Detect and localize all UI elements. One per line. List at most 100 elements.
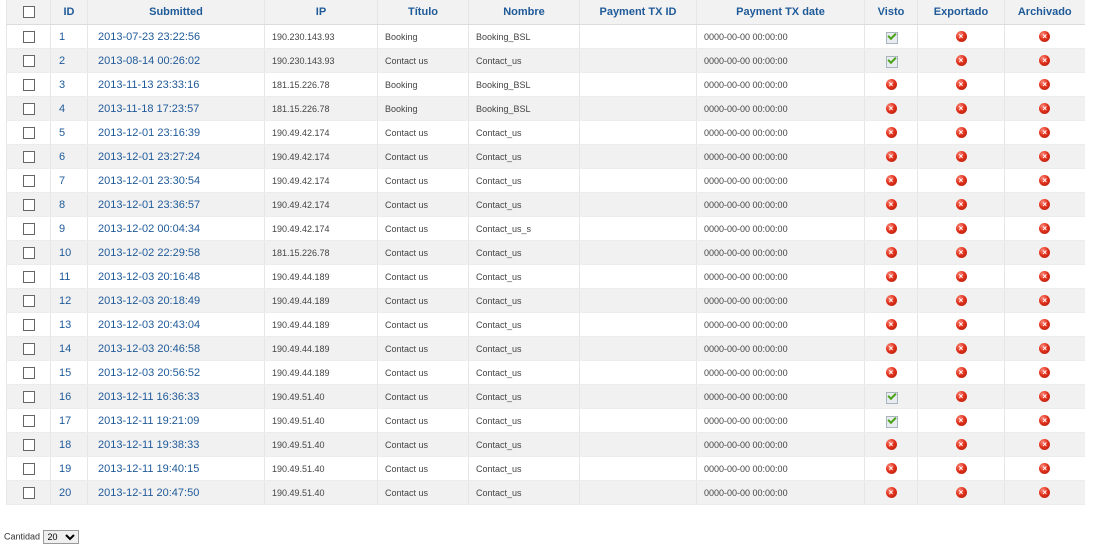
x-icon[interactable]: ×: [885, 223, 897, 235]
row-visto-status[interactable]: ×: [864, 216, 918, 241]
row-checkbox[interactable]: [22, 342, 35, 355]
x-icon[interactable]: ×: [1039, 295, 1051, 307]
row-submitted-link[interactable]: 2013-12-03 20:43:04: [87, 312, 265, 337]
x-icon[interactable]: ×: [955, 55, 967, 67]
row-visto-status[interactable]: ×: [864, 360, 918, 385]
ok-icon[interactable]: [885, 54, 898, 68]
ok-icon[interactable]: [885, 30, 898, 44]
x-icon[interactable]: ×: [885, 127, 897, 139]
x-icon[interactable]: ×: [1039, 223, 1051, 235]
row-checkbox[interactable]: [22, 366, 35, 379]
row-checkbox[interactable]: [22, 150, 35, 163]
row-checkbox-cell[interactable]: [6, 96, 51, 121]
row-id-link[interactable]: 17: [50, 408, 88, 433]
row-checkbox[interactable]: [22, 78, 35, 91]
row-submitted-link[interactable]: 2013-12-02 00:04:34: [87, 216, 265, 241]
ok-icon[interactable]: [885, 390, 898, 404]
row-submitted-link[interactable]: 2013-12-11 19:21:09: [87, 408, 265, 433]
row-id-link[interactable]: 14: [50, 336, 88, 361]
row-id-link[interactable]: 7: [50, 168, 88, 193]
x-icon[interactable]: ×: [955, 151, 967, 163]
row-archivado-status[interactable]: ×: [1004, 168, 1085, 193]
row-checkbox[interactable]: [22, 54, 35, 67]
row-archivado-status[interactable]: ×: [1004, 120, 1085, 145]
row-archivado-status[interactable]: ×: [1004, 312, 1085, 337]
col-header-nombre[interactable]: Nombre: [468, 0, 580, 25]
row-submitted-link[interactable]: 2013-08-14 00:26:02: [87, 48, 265, 73]
row-archivado-status[interactable]: ×: [1004, 144, 1085, 169]
row-id-link[interactable]: 8: [50, 192, 88, 217]
x-icon[interactable]: ×: [955, 391, 967, 403]
row-submitted-link[interactable]: 2013-12-03 20:16:48: [87, 264, 265, 289]
row-checkbox-cell[interactable]: [6, 144, 51, 169]
row-visto-status[interactable]: ×: [864, 264, 918, 289]
col-header-ip[interactable]: IP: [264, 0, 378, 25]
row-checkbox-cell[interactable]: [6, 120, 51, 145]
x-icon[interactable]: ×: [1039, 319, 1051, 331]
row-visto-status[interactable]: ×: [864, 288, 918, 313]
x-icon[interactable]: ×: [955, 367, 967, 379]
row-visto-status[interactable]: [864, 24, 918, 49]
x-icon[interactable]: ×: [955, 199, 967, 211]
x-icon[interactable]: ×: [1039, 463, 1051, 475]
row-submitted-link[interactable]: 2013-12-03 20:18:49: [87, 288, 265, 313]
checkbox-icon[interactable]: [22, 6, 35, 19]
row-submitted-link[interactable]: 2013-07-23 23:22:56: [87, 24, 265, 49]
row-checkbox-cell[interactable]: [6, 432, 51, 457]
x-icon[interactable]: ×: [885, 247, 897, 259]
row-checkbox-cell[interactable]: [6, 336, 51, 361]
row-checkbox[interactable]: [22, 390, 35, 403]
row-submitted-link[interactable]: 2013-12-11 16:36:33: [87, 384, 265, 409]
row-visto-status[interactable]: [864, 48, 918, 73]
row-exportado-status[interactable]: ×: [917, 288, 1005, 313]
row-id-link[interactable]: 2: [50, 48, 88, 73]
x-icon[interactable]: ×: [885, 295, 897, 307]
row-archivado-status[interactable]: ×: [1004, 480, 1085, 505]
row-checkbox-cell[interactable]: [6, 264, 51, 289]
row-checkbox-cell[interactable]: [6, 360, 51, 385]
x-icon[interactable]: ×: [885, 343, 897, 355]
x-icon[interactable]: ×: [1039, 271, 1051, 283]
row-checkbox-cell[interactable]: [6, 384, 51, 409]
x-icon[interactable]: ×: [885, 271, 897, 283]
row-archivado-status[interactable]: ×: [1004, 192, 1085, 217]
x-icon[interactable]: ×: [885, 319, 897, 331]
col-header-visto[interactable]: Visto: [864, 0, 918, 25]
x-icon[interactable]: ×: [885, 103, 897, 115]
row-exportado-status[interactable]: ×: [917, 24, 1005, 49]
row-exportado-status[interactable]: ×: [917, 264, 1005, 289]
row-id-link[interactable]: 3: [50, 72, 88, 97]
row-id-link[interactable]: 9: [50, 216, 88, 241]
x-icon[interactable]: ×: [955, 247, 967, 259]
x-icon[interactable]: ×: [1039, 103, 1051, 115]
row-id-link[interactable]: 10: [50, 240, 88, 265]
row-archivado-status[interactable]: ×: [1004, 24, 1085, 49]
row-exportado-status[interactable]: ×: [917, 312, 1005, 337]
x-icon[interactable]: ×: [955, 271, 967, 283]
col-header-payment-tx-date[interactable]: Payment TX date: [696, 0, 865, 25]
x-icon[interactable]: ×: [955, 295, 967, 307]
row-exportado-status[interactable]: ×: [917, 192, 1005, 217]
row-checkbox-cell[interactable]: [6, 216, 51, 241]
x-icon[interactable]: ×: [955, 103, 967, 115]
row-checkbox-cell[interactable]: [6, 408, 51, 433]
row-exportado-status[interactable]: ×: [917, 384, 1005, 409]
row-checkbox[interactable]: [22, 174, 35, 187]
row-archivado-status[interactable]: ×: [1004, 72, 1085, 97]
cantidad-select[interactable]: 20: [42, 530, 79, 544]
row-archivado-status[interactable]: ×: [1004, 96, 1085, 121]
row-checkbox-cell[interactable]: [6, 192, 51, 217]
row-id-link[interactable]: 6: [50, 144, 88, 169]
x-icon[interactable]: ×: [955, 463, 967, 475]
row-checkbox[interactable]: [22, 246, 35, 259]
row-exportado-status[interactable]: ×: [917, 408, 1005, 433]
row-checkbox-cell[interactable]: [6, 168, 51, 193]
row-checkbox[interactable]: [22, 438, 35, 451]
row-checkbox[interactable]: [22, 486, 35, 499]
row-visto-status[interactable]: ×: [864, 168, 918, 193]
row-checkbox-cell[interactable]: [6, 288, 51, 313]
row-visto-status[interactable]: ×: [864, 456, 918, 481]
row-archivado-status[interactable]: ×: [1004, 264, 1085, 289]
row-checkbox[interactable]: [22, 318, 35, 331]
x-icon[interactable]: ×: [955, 79, 967, 91]
